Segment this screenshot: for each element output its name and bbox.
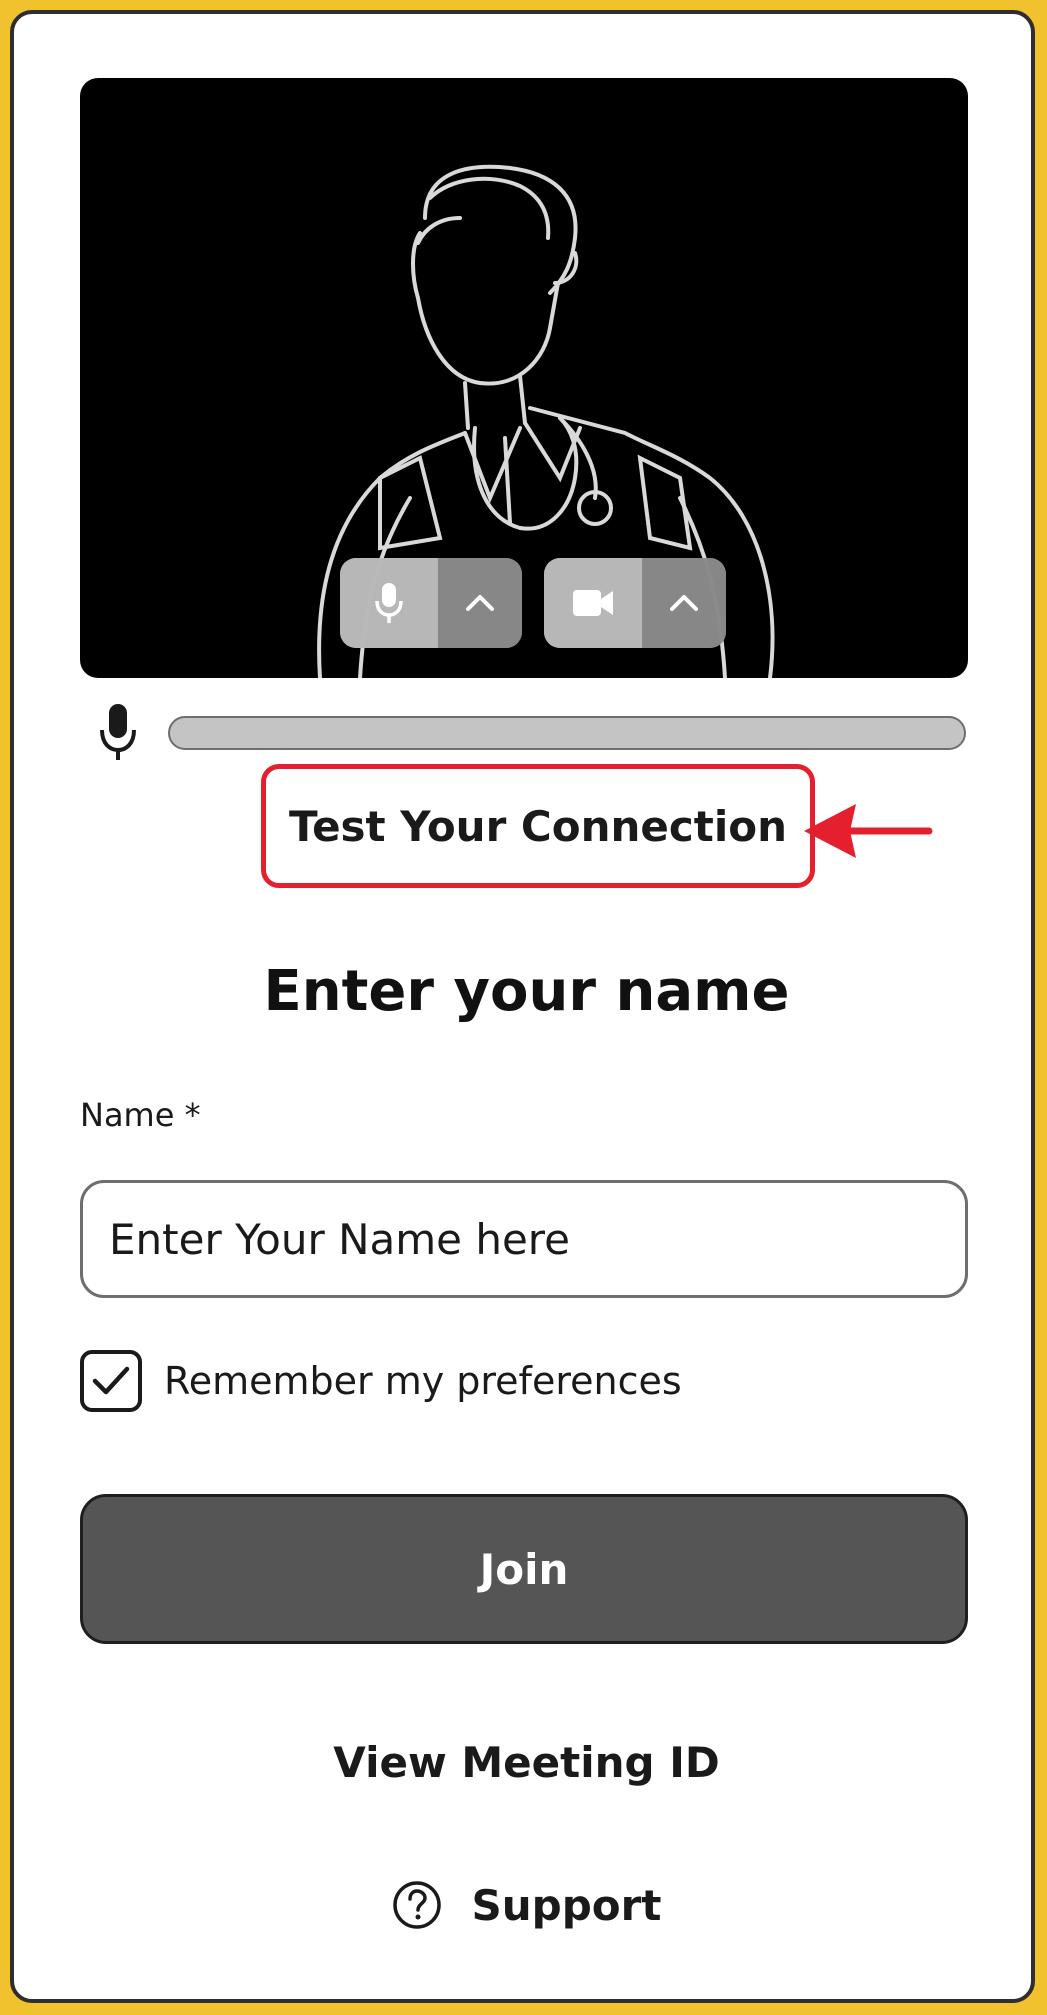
- remember-preferences[interactable]: Remember my preferences: [80, 1348, 682, 1414]
- chevron-up-icon: [466, 595, 494, 611]
- microphone-icon: [375, 583, 403, 623]
- video-preview: [80, 78, 968, 678]
- remember-checkbox[interactable]: [80, 1350, 142, 1412]
- mic-level-meter: [168, 716, 966, 750]
- page-title: Enter your name: [263, 959, 790, 1024]
- join-button[interactable]: Join: [80, 1494, 968, 1644]
- annotation-arrow: [804, 804, 933, 858]
- mic-options-button[interactable]: [438, 558, 522, 648]
- view-meeting-id-link[interactable]: View Meeting ID: [14, 1738, 1039, 1787]
- question-circle-icon: [392, 1881, 441, 1929]
- camera-control-group: [544, 558, 726, 648]
- camera-options-button[interactable]: [642, 558, 726, 648]
- support-label: Support: [471, 1880, 662, 1930]
- camera-toggle-button[interactable]: [544, 558, 642, 648]
- name-input[interactable]: [80, 1180, 968, 1298]
- remember-label: Remember my preferences: [164, 1359, 682, 1403]
- video-camera-icon: [573, 590, 613, 616]
- test-connection-label: Test Your Connection: [289, 801, 787, 851]
- mic-level-row: [80, 702, 968, 762]
- mic-control-group: [340, 558, 522, 648]
- media-controls: [340, 558, 726, 648]
- support-link[interactable]: Support: [14, 1880, 1039, 1930]
- test-connection-link[interactable]: Test Your Connection: [261, 764, 815, 888]
- checkmark-icon: [92, 1366, 130, 1395]
- name-field-label: Name *: [80, 1096, 201, 1134]
- chevron-up-icon: [670, 595, 698, 611]
- join-panel: Test Your Connection Enter your name Nam…: [10, 10, 1035, 2003]
- microphone-icon: [100, 704, 136, 760]
- mic-toggle-button[interactable]: [340, 558, 438, 648]
